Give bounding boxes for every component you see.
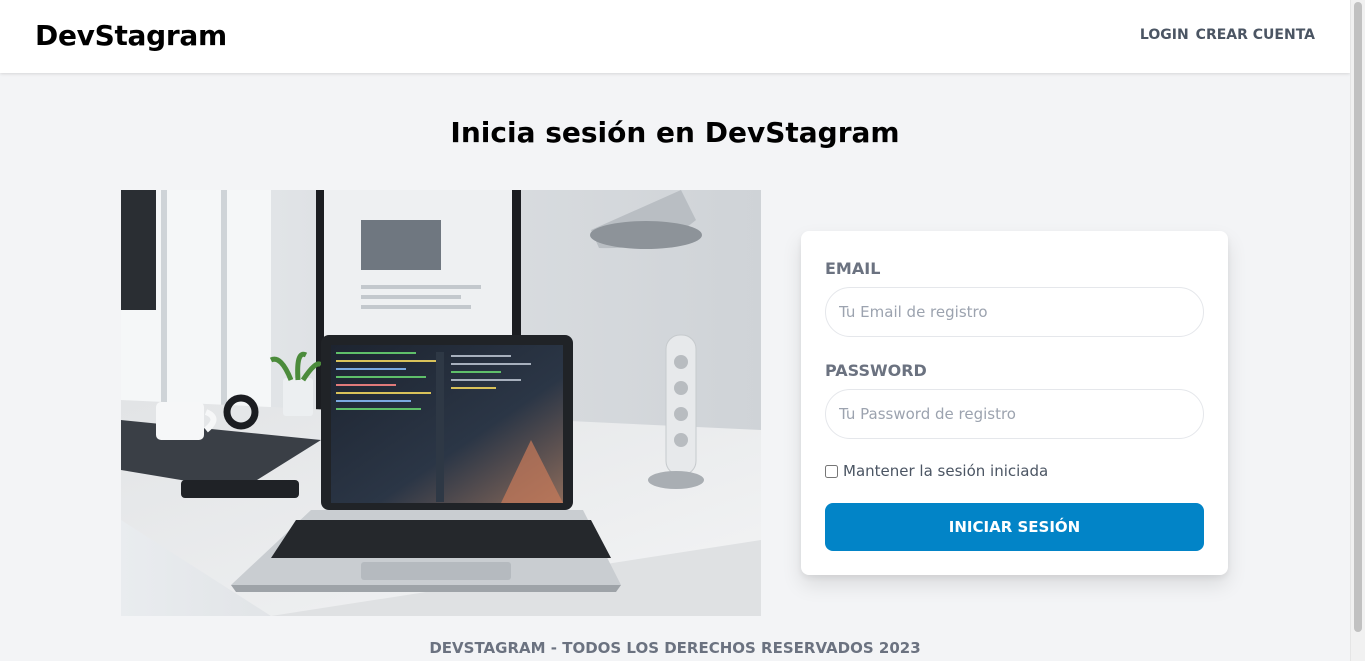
password-label: PASSWORD xyxy=(825,361,927,380)
site-footer: DEVSTAGRAM - TODOS LOS DERECHOS RESERVAD… xyxy=(429,639,921,657)
scrollbar-thumb[interactable] xyxy=(1354,2,1362,632)
remember-label[interactable]: Mantener la sesión iniciada xyxy=(843,462,1048,480)
email-label: EMAIL xyxy=(825,259,881,278)
hero-image xyxy=(121,190,761,616)
laptop-desk-illustration xyxy=(121,190,761,616)
page-title: Inicia sesión en DevStagram xyxy=(450,116,900,149)
remember-session: Mantener la sesión iniciada xyxy=(825,462,1048,480)
login-link[interactable]: LOGIN xyxy=(1140,27,1189,43)
login-card: EMAIL PASSWORD Mantener la sesión inicia… xyxy=(801,231,1228,575)
top-nav: LOGIN CREAR CUENTA xyxy=(1140,27,1315,43)
email-field[interactable] xyxy=(825,287,1204,337)
password-field[interactable] xyxy=(825,389,1204,439)
remember-checkbox[interactable] xyxy=(825,464,838,478)
vertical-scrollbar[interactable] xyxy=(1350,0,1365,661)
site-logo[interactable]: DevStagram xyxy=(35,19,227,52)
login-submit-button[interactable]: INICIAR SESIÓN xyxy=(825,503,1204,551)
register-link[interactable]: CREAR CUENTA xyxy=(1196,27,1315,43)
site-header: DevStagram LOGIN CREAR CUENTA xyxy=(0,0,1350,73)
